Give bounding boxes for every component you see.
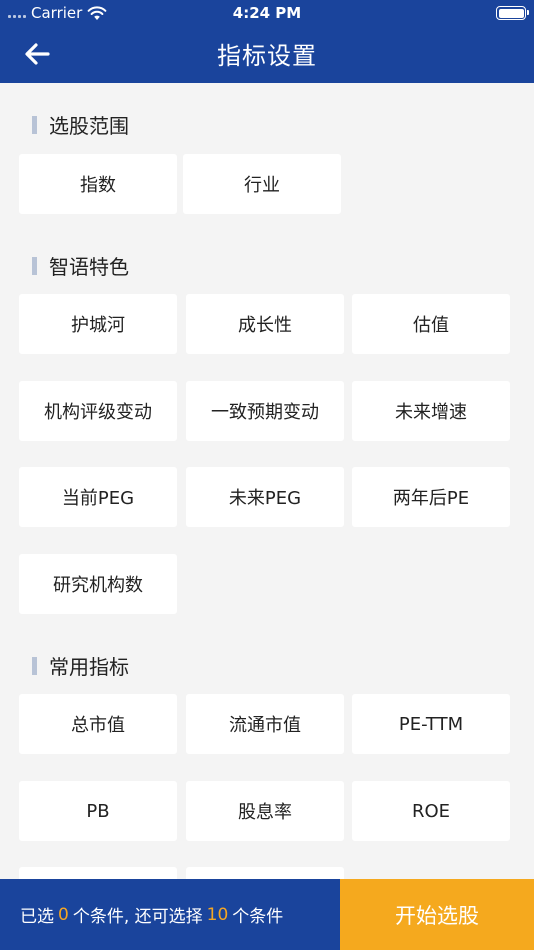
selection-middle: 个条件, 还可选择 [72, 907, 203, 927]
chip-rating-change[interactable]: 机构评级变动 [19, 381, 177, 441]
chip-float-market-cap[interactable]: 流通市值 [186, 694, 344, 754]
section-title: 选股范围 [49, 114, 129, 138]
chip-roe[interactable]: ROE [352, 781, 510, 841]
status-bar: Carrier 4:24 PM [0, 0, 534, 26]
top-bar: Carrier 4:24 PM 指标设置 [0, 0, 534, 83]
chip-industry[interactable]: 行业 [183, 154, 341, 214]
chip-pe-ttm[interactable]: PE-TTM [352, 694, 510, 754]
selection-suffix: 个条件 [232, 907, 284, 927]
chip-total-market-cap[interactable]: 总市值 [19, 694, 177, 754]
section-marker [32, 656, 37, 675]
section-marker [32, 256, 37, 275]
selected-count: 0 [58, 904, 69, 925]
chip-moat[interactable]: 护城河 [19, 294, 177, 354]
page-title: 指标设置 [217, 42, 317, 70]
footer-bar: 已选 0 个条件, 还可选择 10 个条件 开始选股 [0, 879, 534, 950]
chip-dividend-yield[interactable]: 股息率 [186, 781, 344, 841]
section-stock-range: 选股范围 [32, 110, 129, 139]
section-features: 智语特色 [32, 251, 129, 280]
selection-info: 已选 0 个条件, 还可选择 10 个条件 [0, 879, 340, 950]
section-marker [32, 115, 37, 134]
battery-icon [496, 6, 529, 20]
chip-consensus-change[interactable]: 一致预期变动 [186, 381, 344, 441]
chip-growth[interactable]: 成长性 [186, 294, 344, 354]
chip-future-growth[interactable]: 未来增速 [352, 381, 510, 441]
chip-research-count[interactable]: 研究机构数 [19, 554, 177, 614]
chip-current-peg[interactable]: 当前PEG [19, 467, 177, 527]
chip-future-peg[interactable]: 未来PEG [186, 467, 344, 527]
start-selection-button[interactable]: 开始选股 [340, 879, 534, 950]
status-time: 4:24 PM [232, 4, 302, 22]
chip-valuation[interactable]: 估值 [352, 294, 510, 354]
chip-two-year-pe[interactable]: 两年后PE [352, 467, 510, 527]
section-common: 常用指标 [32, 651, 129, 680]
selection-prefix: 已选 [20, 907, 54, 927]
chip-index[interactable]: 指数 [19, 154, 177, 214]
chip-pb[interactable]: PB [19, 781, 177, 841]
section-title: 常用指标 [49, 655, 129, 679]
section-title: 智语特色 [49, 255, 129, 279]
remaining-count: 10 [206, 904, 229, 925]
